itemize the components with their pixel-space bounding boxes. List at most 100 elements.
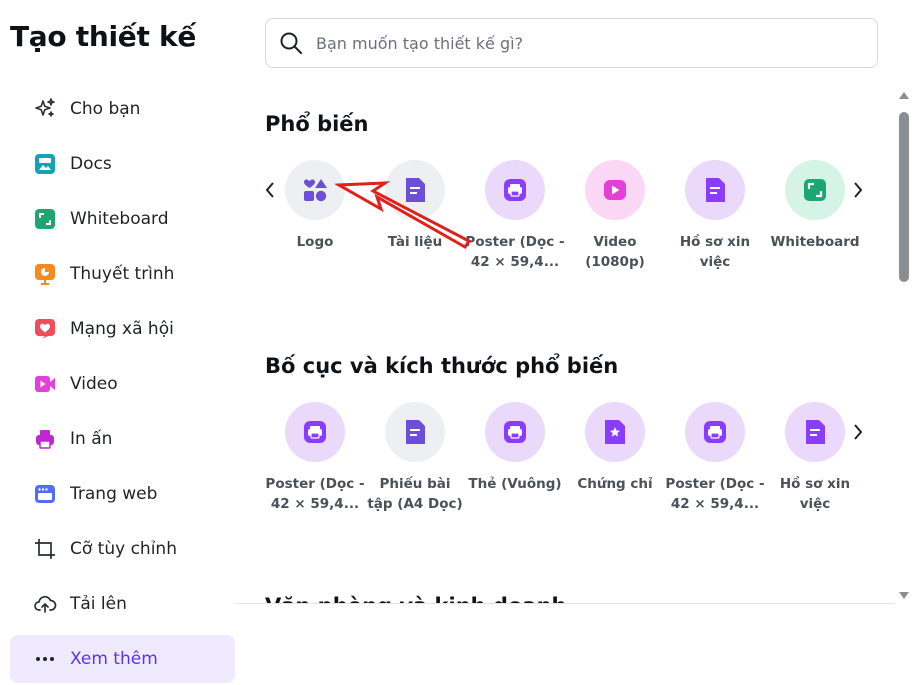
sidebar-item-docs[interactable]: Docs bbox=[10, 140, 235, 188]
tile-icon-circle bbox=[385, 402, 445, 462]
tile-icon-circle bbox=[385, 160, 445, 220]
search-input[interactable] bbox=[316, 33, 856, 53]
section-title-popular: Phổ biến bbox=[265, 112, 369, 136]
chevron-right-icon bbox=[854, 182, 863, 198]
tile-label: Video (1080p) bbox=[585, 234, 645, 270]
design-tile-whiteboard[interactable]: Whiteboard bbox=[765, 160, 865, 252]
document-icon bbox=[406, 420, 425, 444]
carousel-next-button[interactable] bbox=[848, 175, 868, 205]
section-title-layouts: Bố cục và kích thước phổ biến bbox=[265, 354, 619, 378]
design-tile-poster[interactable]: Poster (Dọc -42 × 59,4... bbox=[665, 402, 765, 514]
sidebar-item-label: Trang web bbox=[70, 484, 158, 504]
sidebar-item-label: Cỡ tùy chỉnh bbox=[70, 539, 177, 559]
sidebar-item-label: Thuyết trình bbox=[70, 264, 175, 284]
sidebar-item-for-you[interactable]: Cho bạn bbox=[10, 85, 235, 133]
tile-icon-circle bbox=[585, 160, 645, 220]
vertical-scrollbar[interactable] bbox=[895, 82, 914, 602]
document-icon bbox=[806, 420, 825, 444]
upload-cloud-icon bbox=[32, 591, 58, 617]
sidebar-item-label: Cho bạn bbox=[70, 99, 141, 119]
popular-carousel: Logo Tài liệu Poster (Dọc - 42 × 59,4...… bbox=[265, 160, 885, 300]
tile-icon-circle bbox=[485, 160, 545, 220]
main-content: Phổ biến Logo Tài liệu Poster (Dọc - 42 … bbox=[235, 80, 895, 605]
sidebar-item-label: Mạng xã hội bbox=[70, 319, 174, 339]
sidebar-nav: Cho bạn Docs Whiteboard Thuyết trình Mạn… bbox=[10, 85, 235, 685]
tile-label: Thẻ (Vuông) bbox=[468, 476, 562, 492]
tile-label: Poster (Dọc -42 × 59,4... bbox=[465, 234, 565, 270]
printer-icon bbox=[504, 421, 526, 443]
sidebar-item-upload[interactable]: Tải lên bbox=[10, 580, 235, 628]
whiteboard-icon bbox=[32, 206, 58, 232]
sidebar-item-custom-size[interactable]: Cỡ tùy chỉnh bbox=[10, 525, 235, 573]
search-bar[interactable] bbox=[265, 18, 878, 68]
sidebar-item-more[interactable]: Xem thêm bbox=[10, 635, 235, 683]
printer-icon bbox=[504, 179, 526, 201]
sidebar-item-label: Whiteboard bbox=[70, 209, 169, 229]
sidebar-item-print[interactable]: In ấn bbox=[10, 415, 235, 463]
scroll-up-arrow[interactable] bbox=[899, 92, 909, 99]
scroll-down-arrow[interactable] bbox=[899, 592, 909, 599]
shapes-icon bbox=[304, 179, 327, 202]
video-icon bbox=[32, 371, 58, 397]
tile-icon-circle bbox=[685, 160, 745, 220]
tile-label: Chứng chỉ bbox=[577, 476, 653, 492]
tile-icon-circle bbox=[785, 402, 845, 462]
heart-icon bbox=[32, 316, 58, 342]
chevron-right-icon bbox=[854, 424, 863, 440]
tile-icon-circle bbox=[685, 402, 745, 462]
tile-icon-circle bbox=[785, 160, 845, 220]
sidebar-item-whiteboard[interactable]: Whiteboard bbox=[10, 195, 235, 243]
tile-label: Hồ sơ xin việc bbox=[779, 476, 851, 512]
sidebar-item-label: Docs bbox=[70, 154, 112, 174]
crop-icon bbox=[32, 536, 58, 562]
design-tile-certificate[interactable]: Chứng chỉ bbox=[565, 402, 665, 494]
design-tile-document[interactable]: Tài liệu bbox=[365, 160, 465, 252]
tile-label: Hồ sơ xin việc bbox=[679, 234, 751, 270]
design-tile-poster[interactable]: Poster (Dọc -42 × 59,4... bbox=[265, 402, 365, 514]
printer-icon bbox=[704, 421, 726, 443]
design-tile-video[interactable]: Video (1080p) bbox=[565, 160, 665, 272]
design-tile-logo[interactable]: Logo bbox=[265, 160, 365, 252]
layouts-carousel: Poster (Dọc -42 × 59,4... Phiếu bài tập (… bbox=[265, 402, 885, 542]
tile-icon-circle bbox=[285, 160, 345, 220]
document-icon bbox=[706, 178, 725, 202]
whiteboard-icon bbox=[804, 179, 826, 201]
more-dots-icon bbox=[32, 646, 58, 672]
printer-icon bbox=[304, 421, 326, 443]
design-tile-card-square[interactable]: Thẻ (Vuông) bbox=[465, 402, 565, 494]
play-icon bbox=[604, 180, 626, 200]
sidebar-item-label: Video bbox=[70, 374, 118, 394]
carousel-next-button[interactable] bbox=[848, 417, 868, 447]
sidebar-item-label: Tải lên bbox=[70, 594, 127, 614]
tile-icon-circle bbox=[585, 402, 645, 462]
sidebar-item-video[interactable]: Video bbox=[10, 360, 235, 408]
certificate-icon bbox=[605, 420, 625, 444]
printer-icon bbox=[32, 426, 58, 452]
tile-label: Poster (Dọc -42 × 59,4... bbox=[265, 476, 365, 512]
sidebar-item-presentation[interactable]: Thuyết trình bbox=[10, 250, 235, 298]
website-icon bbox=[32, 481, 58, 507]
tile-label: Phiếu bài tập (A4 Dọc) bbox=[367, 476, 463, 512]
search-icon bbox=[280, 32, 302, 54]
tile-label: Poster (Dọc -42 × 59,4... bbox=[665, 476, 765, 512]
sidebar-item-label: In ấn bbox=[70, 429, 113, 449]
tile-label: Tài liệu bbox=[387, 234, 443, 250]
page-title: Tạo thiết kế bbox=[10, 20, 197, 53]
sidebar-item-label: Xem thêm bbox=[70, 649, 158, 669]
document-icon bbox=[406, 178, 425, 202]
tile-icon-circle bbox=[285, 402, 345, 462]
scroll-thumb[interactable] bbox=[899, 112, 909, 282]
footer-divider bbox=[235, 603, 895, 604]
design-tile-resume[interactable]: Hồ sơ xin việc bbox=[665, 160, 765, 272]
sidebar-item-website[interactable]: Trang web bbox=[10, 470, 235, 518]
tile-label: Whiteboard bbox=[770, 234, 860, 250]
tile-icon-circle bbox=[485, 402, 545, 462]
presentation-icon bbox=[32, 261, 58, 287]
sparkle-icon bbox=[32, 96, 58, 122]
docs-icon bbox=[32, 151, 58, 177]
section-title-office: Văn phòng và kinh doanh bbox=[265, 594, 566, 603]
sidebar-item-social[interactable]: Mạng xã hội bbox=[10, 305, 235, 353]
design-tile-worksheet[interactable]: Phiếu bài tập (A4 Dọc) bbox=[365, 402, 465, 514]
sidebar: Tạo thiết kế Cho bạn Docs Whiteboard Thu… bbox=[0, 0, 245, 685]
design-tile-poster[interactable]: Poster (Dọc -42 × 59,4... bbox=[465, 160, 565, 272]
